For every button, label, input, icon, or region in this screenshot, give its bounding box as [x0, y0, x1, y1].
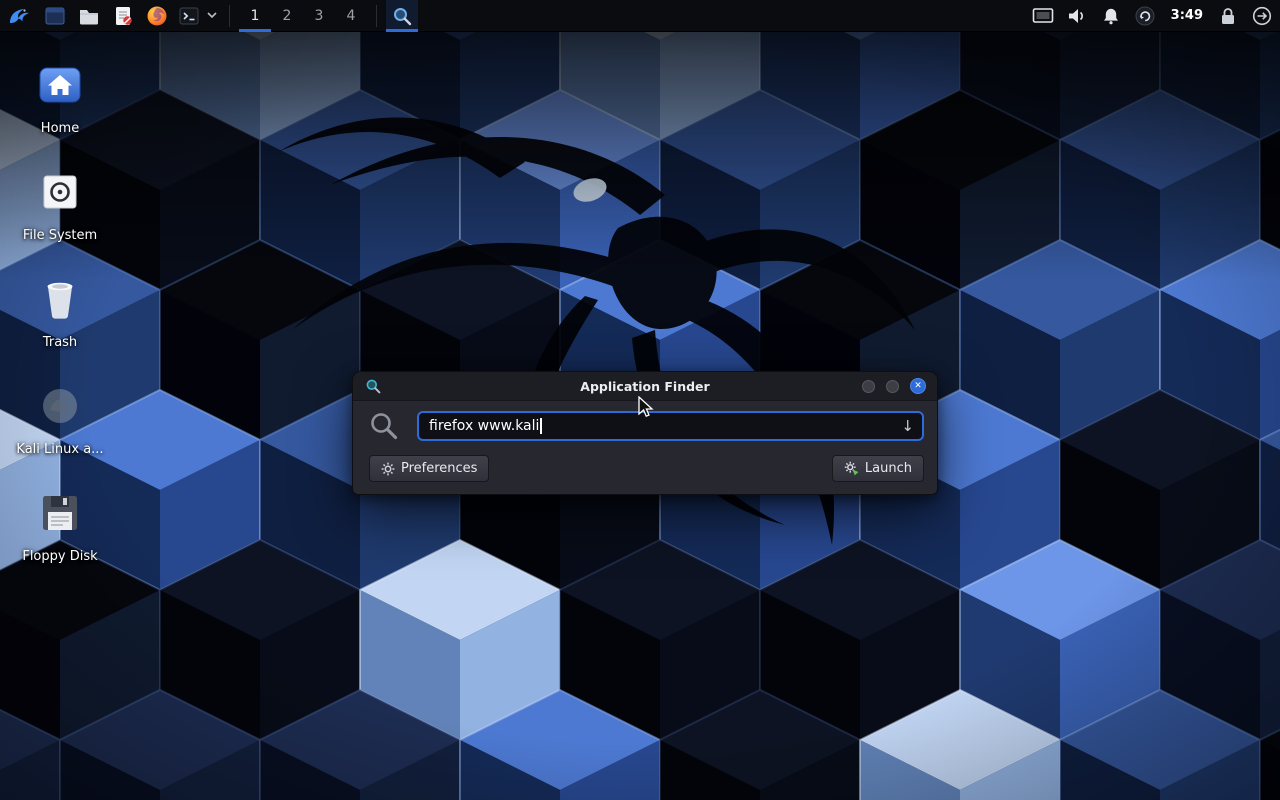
window-app-finder-icon: [365, 378, 381, 394]
search-icon: [369, 411, 399, 441]
search-input-value: firefox www.kali: [429, 418, 539, 434]
close-icon: ✕: [914, 382, 922, 391]
launch-button-label: Launch: [865, 461, 912, 476]
workspace-1[interactable]: 1: [239, 0, 271, 32]
search-input[interactable]: firefox www.kali ↓: [417, 411, 924, 441]
terminal-button[interactable]: [174, 0, 204, 32]
floppy-disk-icon: [38, 486, 82, 540]
desktop-icon-label: Kali Linux a...: [16, 442, 103, 457]
app-finder-icon: [392, 6, 412, 26]
preferences-button-label: Preferences: [401, 461, 477, 476]
maximize-button[interactable]: [886, 380, 899, 393]
volume-tray-button[interactable]: [1060, 0, 1094, 32]
desktop-icon-kali-linux[interactable]: Kali Linux a...: [6, 369, 114, 476]
terminal-icon: [177, 4, 201, 28]
window-button-1[interactable]: [38, 0, 72, 32]
panel-tray: 3:49: [1026, 0, 1280, 32]
text-editor-button[interactable]: [106, 0, 140, 32]
panel-separator: [376, 5, 377, 27]
logout-button[interactable]: [1246, 0, 1278, 32]
bell-icon: [1102, 7, 1120, 25]
close-button[interactable]: ✕: [910, 378, 926, 394]
desktop-icon-home[interactable]: Home: [6, 48, 114, 155]
desktop-icon-label: Home: [41, 121, 79, 136]
window-controls: ✕: [862, 378, 937, 394]
text-editor-icon: [111, 4, 135, 28]
clock[interactable]: 3:49: [1162, 0, 1212, 32]
firefox-button[interactable]: [140, 0, 174, 32]
panel-separator: [229, 5, 230, 27]
desktop-icon-label: Floppy Disk: [22, 549, 97, 564]
app-finder-window-button[interactable]: [386, 0, 418, 32]
file-system-icon: [38, 165, 82, 219]
workspace-switcher: 1 2 3 4: [239, 0, 367, 32]
desktop-icon-label: File System: [23, 228, 97, 243]
window-title: Application Finder: [353, 379, 937, 394]
desktop-icon-label: Trash: [43, 335, 77, 350]
gear-icon: [381, 462, 395, 476]
application-finder-window: Application Finder ✕ firefox www.kali ↓: [352, 371, 938, 495]
desktop-icon-list: Home File System Trash: [6, 48, 114, 583]
update-arrow-icon: [1135, 6, 1155, 26]
kali-menu-icon: [6, 3, 32, 29]
history-dropdown-icon[interactable]: ↓: [901, 419, 914, 434]
launch-button[interactable]: Launch: [832, 455, 924, 482]
firefox-icon: [145, 4, 169, 28]
launch-run-icon: [844, 461, 859, 476]
preferences-button[interactable]: Preferences: [369, 455, 489, 482]
updates-tray-button[interactable]: [1128, 0, 1162, 32]
desktop-icon-file-system[interactable]: File System: [6, 155, 114, 262]
mouse-cursor: [636, 396, 656, 418]
window-icon: [43, 4, 67, 28]
minimize-button[interactable]: [862, 380, 875, 393]
workspace-3[interactable]: 3: [303, 0, 335, 32]
display-icon: [1032, 7, 1054, 25]
workspace-4[interactable]: 4: [335, 0, 367, 32]
kali-menu-button[interactable]: [0, 0, 38, 32]
top-panel: 1 2 3 4: [0, 0, 1280, 32]
lock-screen-button[interactable]: [1212, 0, 1244, 32]
display-tray-button[interactable]: [1026, 0, 1060, 32]
terminal-menu-arrow[interactable]: [204, 0, 220, 32]
desktop-icon-floppy-disk[interactable]: Floppy Disk: [6, 476, 114, 583]
notifications-tray-button[interactable]: [1094, 0, 1128, 32]
file-manager-button[interactable]: [72, 0, 106, 32]
folder-icon: [77, 4, 101, 28]
workspace-2[interactable]: 2: [271, 0, 303, 32]
text-cursor: [540, 418, 542, 434]
volume-icon: [1067, 7, 1087, 25]
desktop-icon-trash[interactable]: Trash: [6, 262, 114, 369]
kali-disc-icon: [38, 379, 82, 433]
trash-icon: [40, 272, 80, 326]
home-folder-icon: [37, 58, 83, 112]
chevron-down-icon: [207, 12, 217, 19]
power-icon: [1252, 6, 1272, 26]
lock-icon: [1220, 6, 1236, 26]
